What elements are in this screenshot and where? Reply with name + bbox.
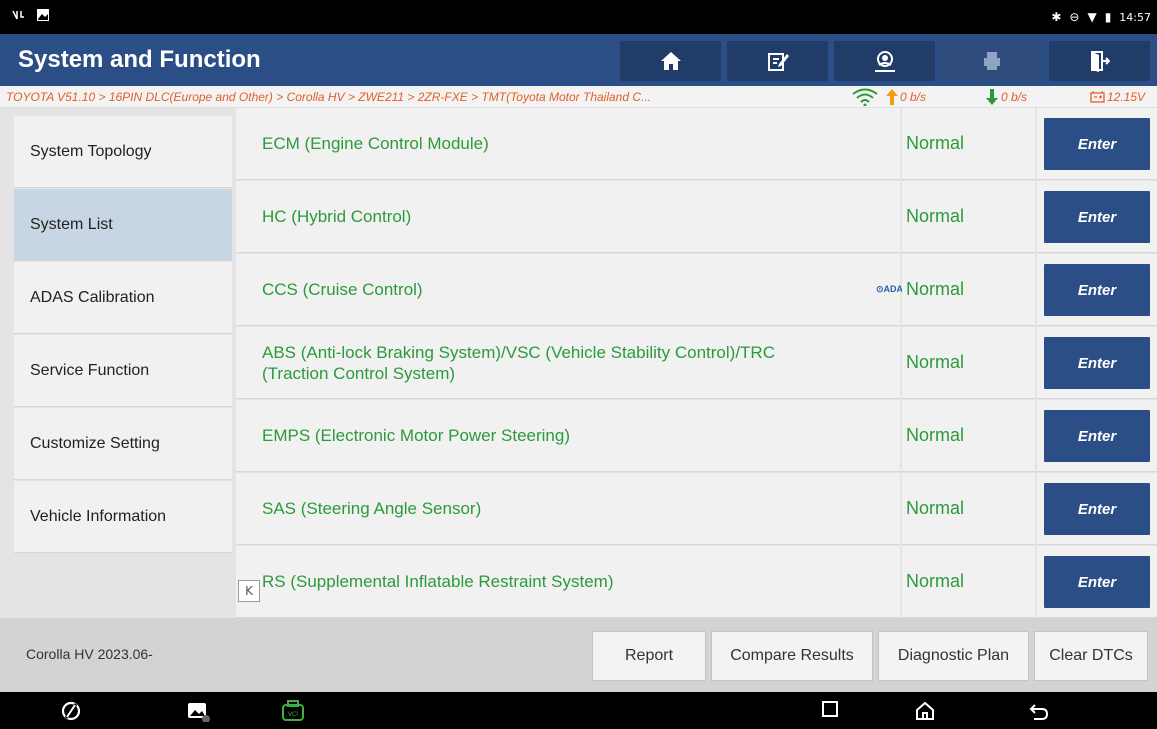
enter-button[interactable]: Enter [1044,556,1150,608]
usb-debug-icon [12,10,24,20]
clock: 14:57 [1119,10,1151,24]
system-name[interactable]: HC (Hybrid Control) [236,181,900,253]
battery-icon: ▮ [1104,10,1112,24]
vehicle-label: Corolla HV 2023.06- [26,646,153,662]
enter-button[interactable]: Enter [1044,118,1150,170]
system-name[interactable]: RS (Supplemental Inflatable Restraint Sy… [236,546,900,618]
enter-button[interactable]: Enter [1044,191,1150,243]
enter-button[interactable]: Enter [1044,337,1150,389]
sidebar-item-adas-calibration[interactable]: ADAS Calibration [14,262,232,334]
breadcrumb: TOYOTA V51.10 > 16PIN DLC(Europe and Oth… [0,86,1157,108]
system-status: Normal [902,473,1035,545]
system-name[interactable]: ABS (Anti-lock Braking System)/VSC (Vehi… [236,327,900,399]
remote-support-button[interactable] [834,41,935,81]
user-support-icon [874,51,895,72]
breadcrumb-path: TOYOTA V51.10 > 16PIN DLC(Europe and Oth… [6,90,652,104]
system-status: Normal [902,327,1035,399]
exit-icon [1090,51,1110,72]
collapse-sidebar-button[interactable]: K [238,580,260,602]
edit-note-icon [767,53,789,71]
wifi-icon [852,88,878,106]
exit-button[interactable] [1049,41,1150,81]
sidebar-item-customize-setting[interactable]: Customize Setting [14,408,232,480]
compare-results-button[interactable]: Compare Results [711,631,873,681]
upload-rate: 0 b/s [900,90,927,104]
sidebar-item-vehicle-information[interactable]: Vehicle Information [14,481,232,553]
notes-button[interactable] [727,41,828,81]
header-bar: System and Function [0,34,1157,86]
system-status: Normal [902,108,1035,180]
car-battery-icon [1090,91,1105,103]
system-row-ecm[interactable]: ECM (Engine Control Module) Normal Enter [236,108,1157,181]
sidebar-item-service-function[interactable]: Service Function [14,335,232,407]
footer-bar: Corolla HV 2023.06- Report Compare Resul… [0,618,1157,692]
image-notification-icon [37,9,49,21]
home-icon [660,52,681,70]
home-nav-icon[interactable] [914,700,936,722]
system-name[interactable]: EMPS (Electronic Motor Power Steering) [236,400,900,472]
vci-icon[interactable]: VCI [280,700,306,722]
back-icon[interactable] [1028,700,1050,722]
printer-icon [983,52,1000,70]
main-content: System Topology System List ADAS Calibra… [0,108,1157,618]
system-row-ccs[interactable]: CCS (Cruise Control) ⊙ADAS Normal Enter [236,254,1157,327]
download-arrow-icon [986,89,998,105]
system-row-sas[interactable]: SAS (Steering Angle Sensor) Normal Enter [236,473,1157,546]
home-button[interactable] [620,41,721,81]
system-status: Normal [902,254,1035,326]
system-status: Normal [902,400,1035,472]
report-button[interactable]: Report [592,631,706,681]
sidebar-item-system-topology[interactable]: System Topology [14,116,232,188]
system-status: Normal [902,546,1035,618]
gallery-icon[interactable] [186,700,210,722]
system-name[interactable]: SAS (Steering Angle Sensor) [236,473,900,545]
enter-button[interactable]: Enter [1044,483,1150,535]
android-navigation-bar: VCI [0,692,1157,729]
wifi-status-icon: ▼ [1087,10,1097,24]
page-title: System and Function [18,46,261,73]
system-row-srs[interactable]: RS (Supplemental Inflatable Restraint Sy… [236,546,1157,618]
sidebar: System Topology System List ADAS Calibra… [14,116,232,554]
enter-button[interactable]: Enter [1044,410,1150,462]
system-name[interactable]: CCS (Cruise Control) [236,254,900,326]
system-status: Normal [902,181,1035,253]
android-status-bar: ✱ ⊖ ▼ ▮ 14:57 [0,0,1157,34]
print-button[interactable] [941,41,1042,81]
upload-arrow-icon [886,89,898,105]
system-row-hc[interactable]: HC (Hybrid Control) Normal Enter [236,181,1157,254]
battery-voltage: 12.15V [1107,90,1146,104]
sidebar-item-system-list[interactable]: System List [14,189,232,261]
system-row-abs[interactable]: ABS (Anti-lock Braking System)/VSC (Vehi… [236,327,1157,400]
system-list: ECM (Engine Control Module) Normal Enter… [236,108,1157,618]
svg-text:VCI: VCI [288,711,298,718]
enter-button[interactable]: Enter [1044,264,1150,316]
clear-dtcs-button[interactable]: Clear DTCs [1034,631,1148,681]
system-row-emps[interactable]: EMPS (Electronic Motor Power Steering) N… [236,400,1157,473]
diagnostic-plan-button[interactable]: Diagnostic Plan [878,631,1029,681]
recent-apps-icon[interactable] [821,700,839,718]
download-rate: 0 b/s [1001,90,1028,104]
system-name[interactable]: ECM (Engine Control Module) [236,108,900,180]
bluetooth-icon: ✱ [1051,10,1062,24]
browser-icon[interactable] [60,700,82,722]
do-not-disturb-icon: ⊖ [1069,10,1080,24]
